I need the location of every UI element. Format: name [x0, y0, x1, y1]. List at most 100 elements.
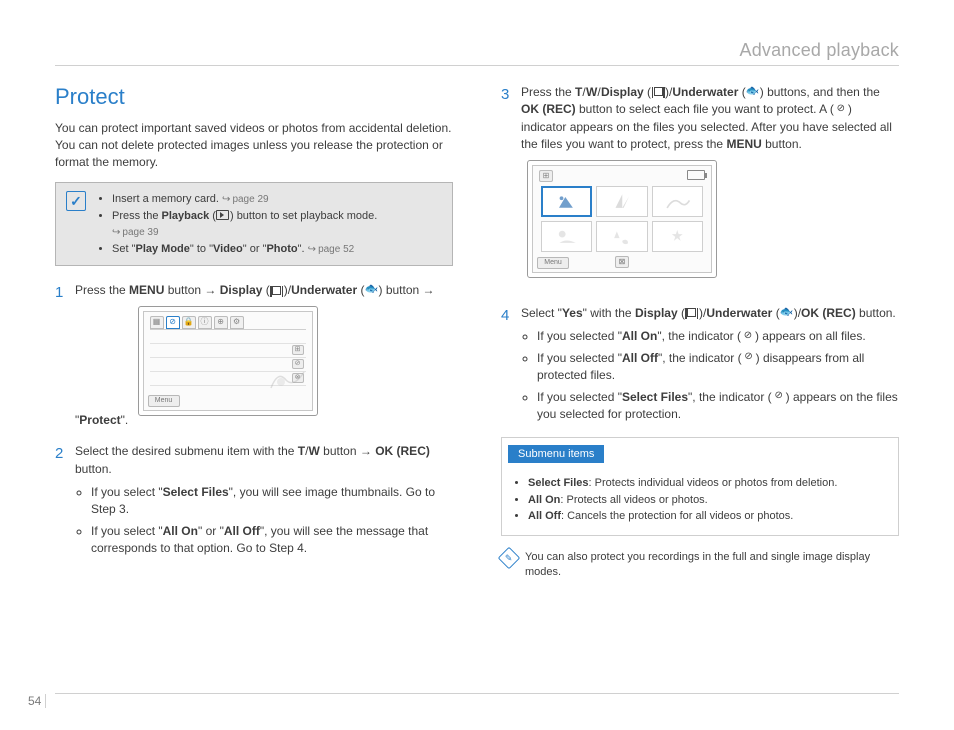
- underwater-icon: 🐟: [365, 284, 379, 296]
- step-text: (: [262, 283, 269, 297]
- tab-icon: ▦: [150, 316, 164, 329]
- step-text: button: [320, 444, 360, 458]
- check-icon: ✓: [66, 191, 86, 211]
- step-3: 3 Press the T/W/Display ()/Underwater (🐟…: [501, 84, 899, 291]
- callout-text: (: [209, 210, 216, 222]
- sub-bold: All Off: [224, 524, 260, 538]
- tab-icon: ⓘ: [198, 316, 212, 329]
- screen-menu-label: Menu: [148, 395, 180, 407]
- callout-text: ) button to set playback mode.: [230, 210, 377, 222]
- steps-list-left: 1 Press the MENU button → Display ()/Und…: [55, 282, 453, 557]
- sub-text: If you select ": [91, 485, 163, 499]
- display-icon: [685, 307, 699, 319]
- step-4: 4 Select "Yes" with the Display ()/Under…: [501, 305, 899, 423]
- playback-icon: [216, 209, 230, 221]
- arrow: →: [360, 444, 372, 458]
- step-bold: Underwater: [291, 283, 357, 297]
- sub-text: If you select ": [91, 524, 163, 538]
- sub-text: ) appears on all files.: [755, 329, 866, 343]
- step-bold: Display: [601, 85, 644, 99]
- step-number: 4: [501, 305, 509, 327]
- lock-icon: ⊠: [615, 256, 629, 268]
- step-bold: OK (REC): [375, 444, 430, 458]
- sub-bold: Select Files: [622, 390, 688, 404]
- sub-bold: All On: [622, 329, 657, 343]
- callout-bold: Play Mode: [135, 243, 189, 255]
- submenu-bold: All Off: [528, 510, 561, 522]
- steps-list-right: 3 Press the T/W/Display ()/Underwater (🐟…: [501, 84, 899, 423]
- arrow: →: [423, 283, 435, 297]
- sub-bold: All Off: [622, 351, 658, 365]
- display-icon: [651, 86, 665, 98]
- step-4-sublist: If you selected "All On", the indicator …: [521, 328, 899, 423]
- step-bold: W: [308, 444, 319, 458]
- footer-side-rule: [45, 694, 46, 708]
- key-icon: ⊘: [772, 390, 786, 402]
- page-ref: page 39: [112, 225, 159, 240]
- step-1: 1 Press the MENU button → Display ()/Und…: [55, 282, 453, 429]
- submenu-item: All Off: Cancels the protection for all …: [528, 508, 888, 525]
- callout-text: ".: [298, 243, 308, 255]
- callout-bold: Playback: [162, 210, 210, 222]
- step-text: " with the: [583, 306, 635, 320]
- key-icon: ⊘: [742, 352, 756, 364]
- section-title: Protect: [55, 84, 453, 110]
- submenu-item: All On: Protects all videos or photos.: [528, 492, 888, 509]
- prerequisite-callout: ✓ Insert a memory card. page 29 Press th…: [55, 182, 453, 266]
- sub-item: If you selected "Select Files", the indi…: [537, 389, 899, 424]
- sub-text: " or ": [198, 524, 224, 538]
- step-text: (: [644, 85, 651, 99]
- callout-item: Insert a memory card. page 29: [112, 191, 377, 208]
- callout-text: " or ": [243, 243, 267, 255]
- step-text: ) buttons, and then the: [760, 85, 880, 99]
- thumbnail: [652, 221, 703, 252]
- step-text: button.: [75, 462, 112, 476]
- step-text: button to select each file you want to p…: [576, 102, 834, 116]
- step-text: )/: [794, 306, 801, 320]
- sub-text: ", the indicator (: [657, 329, 741, 343]
- arrow: →: [204, 283, 216, 297]
- sub-bold: All On: [163, 524, 198, 538]
- step-bold: Yes: [562, 306, 583, 320]
- step-text: ".: [121, 413, 129, 427]
- sub-text: If you selected ": [537, 390, 622, 404]
- submenu-heading: Submenu items: [508, 445, 604, 463]
- tab-icon-active: ⊘: [166, 316, 180, 329]
- step-text: button.: [762, 137, 802, 151]
- submenu-bold: All On: [528, 494, 560, 506]
- content-columns: Protect You can protect important saved …: [55, 84, 899, 581]
- submenu-text: : Protects all videos or photos.: [560, 494, 707, 506]
- page-number: 54: [28, 694, 41, 708]
- step-bold: Display: [635, 306, 678, 320]
- underwater-icon: 🐟: [746, 86, 760, 98]
- step-text: ) button: [379, 283, 423, 297]
- tab-icon: ⊕: [214, 316, 228, 329]
- thumbnail: [652, 186, 703, 217]
- submenu-list: Select Files: Protects individual videos…: [512, 475, 888, 525]
- callout-list: Insert a memory card. page 29 Press the …: [96, 191, 377, 257]
- sub-text: ", the indicator (: [688, 390, 772, 404]
- callout-text: Press the: [112, 210, 162, 222]
- sub-text: ", the indicator (: [658, 351, 742, 365]
- page-ref: page 29: [222, 192, 269, 207]
- step-text: (: [772, 306, 779, 320]
- screen-illustration: [266, 360, 306, 390]
- submenu-text: : Cancels the protection for all videos …: [561, 510, 793, 522]
- step-bold: MENU: [726, 137, 761, 151]
- header-section-title: Advanced playback: [55, 40, 899, 66]
- intro-paragraph: You can protect important saved videos o…: [55, 120, 453, 170]
- display-icon: [270, 284, 284, 296]
- note-box: ✎ You can also protect you recordings in…: [501, 550, 899, 581]
- step-bold: Underwater: [672, 85, 738, 99]
- left-column: Protect You can protect important saved …: [55, 84, 453, 581]
- thumbnail: [596, 221, 647, 252]
- step-text: (: [678, 306, 685, 320]
- sub-item: If you selected "All Off", the indicator…: [537, 350, 899, 385]
- step-bold: Underwater: [706, 306, 772, 320]
- right-column: 3 Press the T/W/Display ()/Underwater (🐟…: [501, 84, 899, 581]
- step-bold: OK (REC): [801, 306, 856, 320]
- step-bold: Display: [220, 283, 263, 297]
- sub-item: If you select "Select Files", you will s…: [91, 484, 453, 519]
- step-2-sublist: If you select "Select Files", you will s…: [75, 484, 453, 558]
- thumbnail: [541, 221, 592, 252]
